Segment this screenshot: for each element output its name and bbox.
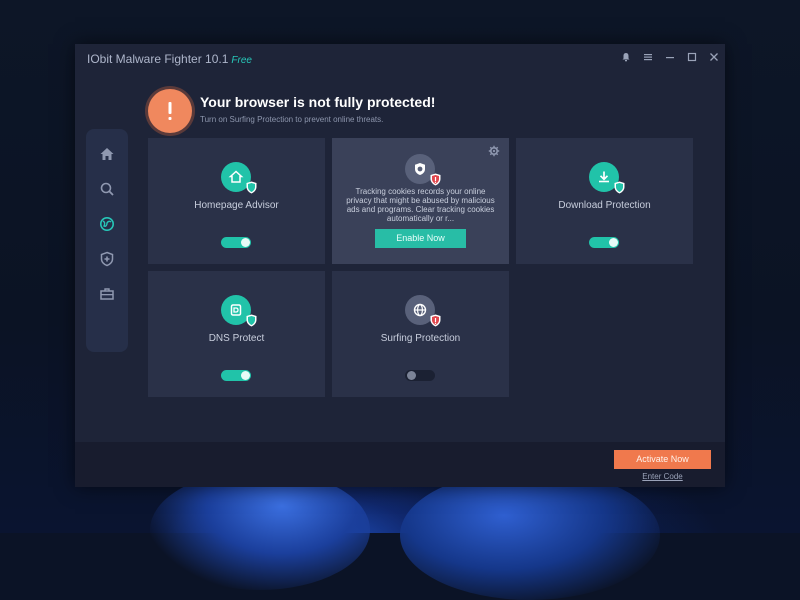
menu-icon[interactable] [637,46,659,68]
edition-label: Free [231,55,252,66]
card-surfing-protection[interactable]: Surfing Protection [332,271,509,397]
exclamation-icon [148,89,192,133]
sidebar-item-browser[interactable] [86,209,128,239]
surfing-protection-toggle[interactable] [405,370,435,381]
alert-title: Your browser is not fully protected! [200,94,436,110]
card-dns-protect[interactable]: DNS Protect [148,271,325,397]
globe-icon [100,217,114,231]
shield-plus-icon [100,251,114,267]
alert-subtitle: Turn on Surfing Protection to prevent on… [200,115,384,124]
card-homepage-advisor[interactable]: Homepage Advisor [148,138,325,264]
home-icon [100,148,114,160]
enable-now-button[interactable]: Enable Now [375,229,466,248]
card-label: Download Protection [558,200,651,211]
dns-shield-icon [221,295,257,327]
globe-shield-icon [405,295,441,327]
bell-icon[interactable] [615,46,637,68]
activate-now-button[interactable]: Activate Now [614,450,711,469]
sidebar-item-home[interactable] [86,139,128,169]
app-name: IObit Malware Fighter 10.1 [87,52,229,66]
enter-code-link[interactable]: Enter Code [614,472,711,481]
card-tracking-cookies[interactable]: Tracking cookies records your online pri… [332,138,509,264]
minimize-icon[interactable] [659,46,681,68]
toolbox-icon [100,288,114,300]
card-download-protection[interactable]: Download Protection [516,138,693,264]
sidebar-item-scan[interactable] [86,174,128,204]
gear-icon[interactable] [488,145,500,157]
title-bar[interactable]: IObit Malware Fighter 10.1 Free [75,44,725,74]
maximize-icon[interactable] [681,46,703,68]
sidebar-item-toolbox[interactable] [86,279,128,309]
window-controls [615,46,725,70]
card-label: DNS Protect [208,333,265,344]
sidebar-nav [86,129,128,352]
close-icon[interactable] [703,46,725,68]
home-shield-icon [221,162,257,194]
search-icon [100,182,114,196]
homepage-advisor-toggle[interactable] [221,237,251,248]
card-label: Homepage Advisor [194,200,279,211]
sidebar-item-protection[interactable] [86,244,128,274]
app-title: IObit Malware Fighter 10.1 Free [87,52,252,66]
app-window: IObit Malware Fighter 10.1 Free Your bro… [75,44,725,487]
cookie-shield-icon [405,154,441,186]
dns-protect-toggle[interactable] [221,370,251,381]
download-shield-icon [589,162,625,194]
footer-bar: Activate Now Enter Code [75,442,725,487]
download-protection-toggle[interactable] [589,237,619,248]
card-label: Surfing Protection [380,333,461,344]
card-description: Tracking cookies records your online pri… [346,187,495,223]
